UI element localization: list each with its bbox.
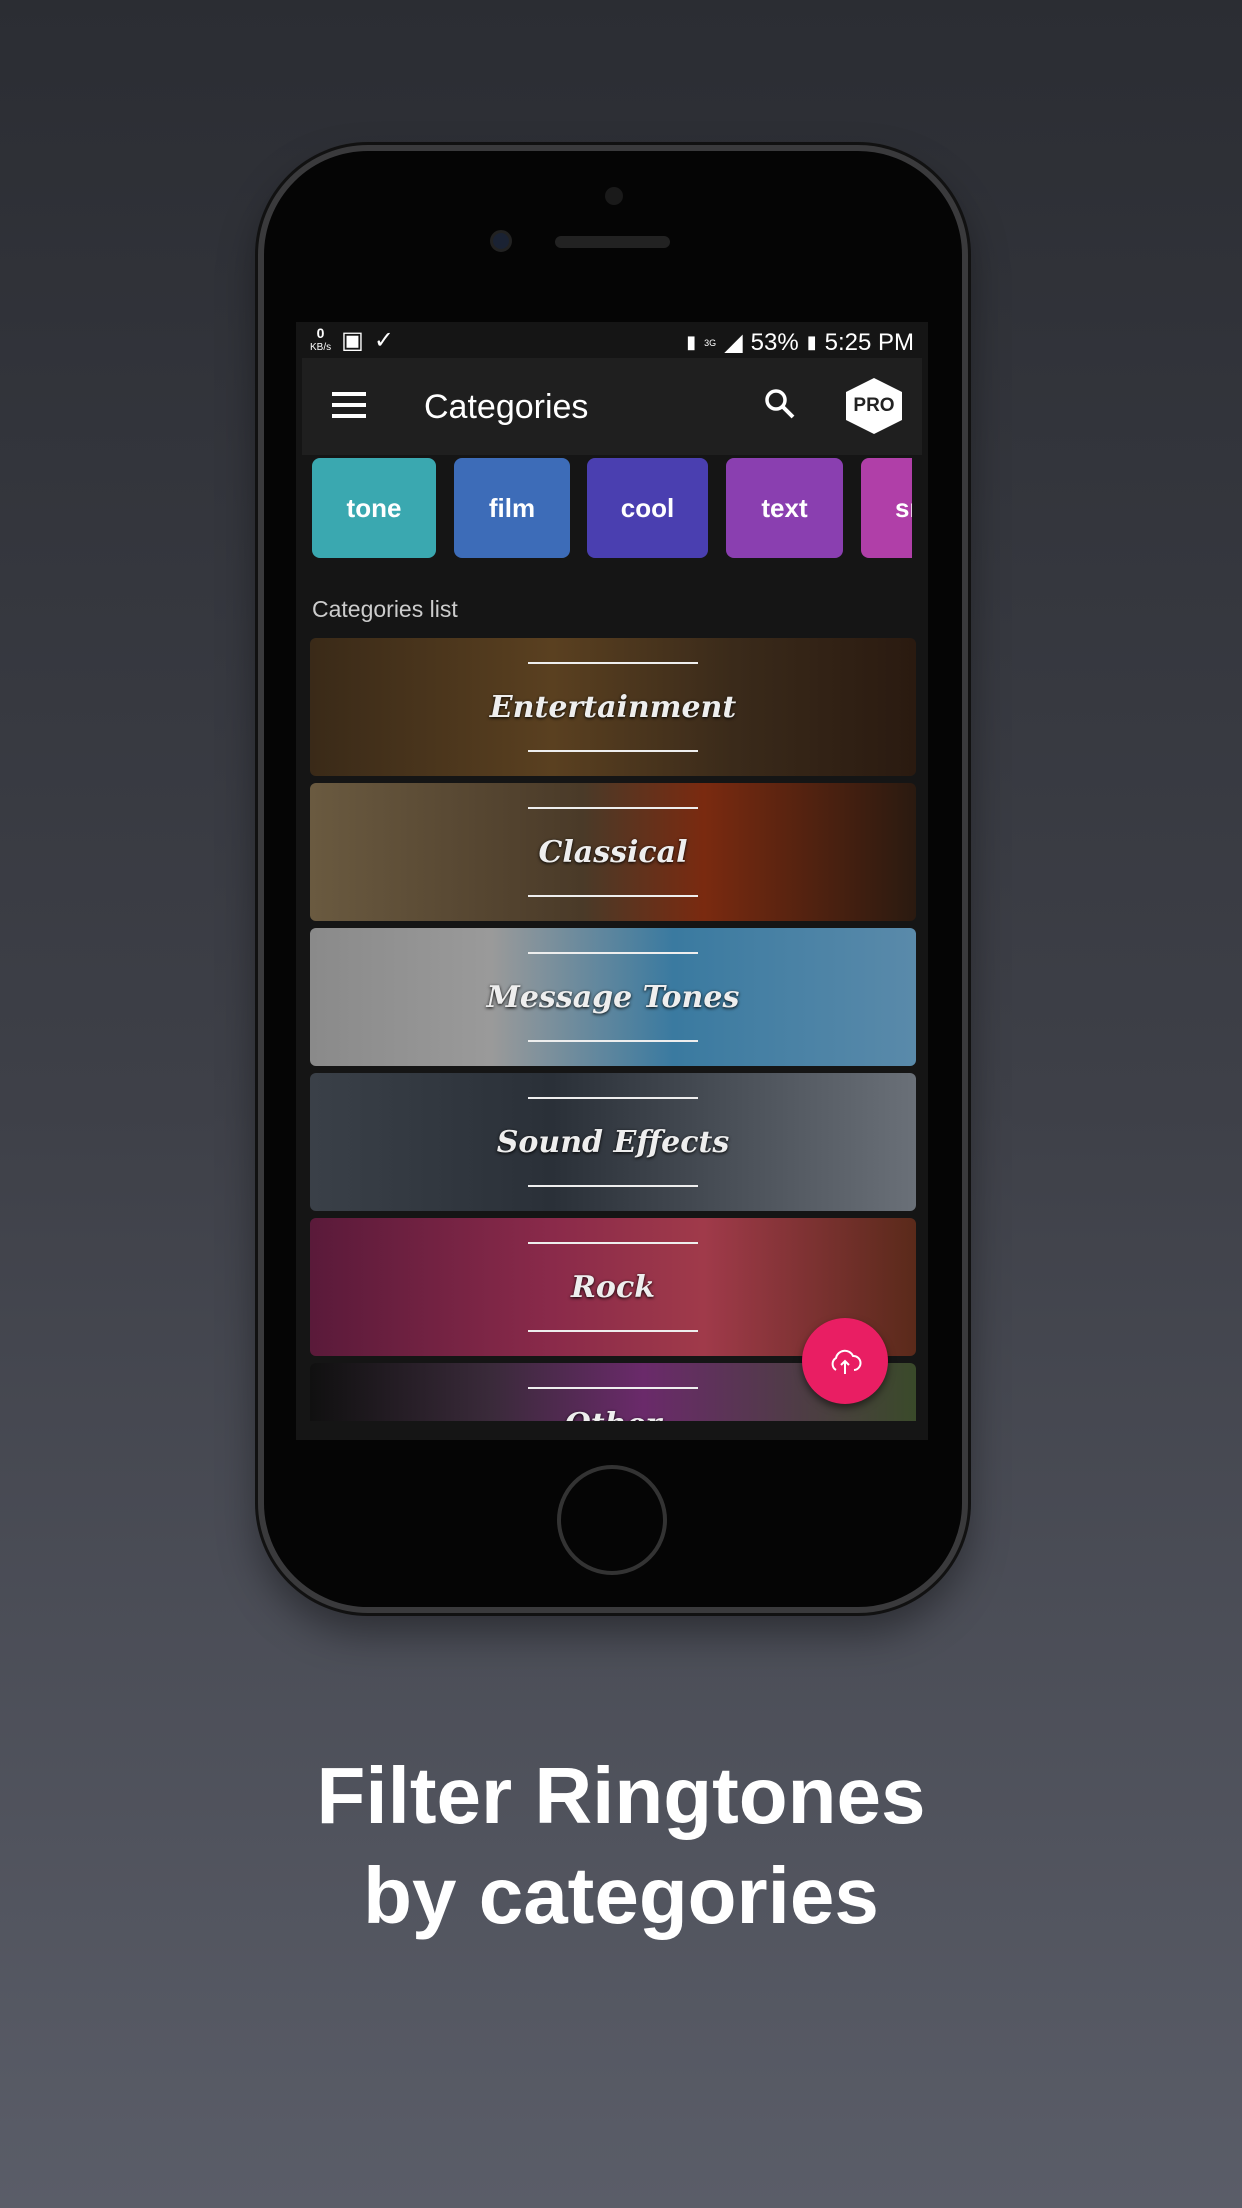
category-label: Message Tones: [486, 979, 740, 1015]
page-title: Categories: [424, 388, 589, 426]
category-label: Sound Effects: [496, 1124, 730, 1160]
toolbar: Categories PRO: [302, 358, 922, 455]
status-bar: 0 KB/s ▣ ✓ ▮ 3G ◢ 53% ▮ 5:25 PM: [296, 322, 928, 358]
caption-line-2: by categories: [363, 1851, 879, 1940]
chip-cool[interactable]: cool: [587, 458, 708, 558]
category-label: Classical: [538, 834, 688, 870]
pro-badge-button[interactable]: PRO: [846, 378, 902, 434]
battery-icon: ▮: [806, 332, 817, 352]
home-button[interactable]: [557, 1465, 667, 1575]
earpiece-speaker: [555, 236, 670, 248]
front-sensor: [605, 187, 623, 205]
category-label: Entertainment: [489, 689, 737, 725]
clock: 5:25 PM: [824, 328, 914, 356]
app-screen: 0 KB/s ▣ ✓ ▮ 3G ◢ 53% ▮ 5:25 PM Categorie…: [296, 322, 928, 1440]
network-type: 3G: [704, 337, 717, 348]
tag-chips: tone film cool text sm: [312, 458, 912, 558]
menu-icon[interactable]: [332, 392, 366, 418]
category-label: Rock: [571, 1269, 655, 1305]
category-entertainment[interactable]: Entertainment: [310, 638, 916, 776]
category-classical[interactable]: Classical: [310, 783, 916, 921]
battery-percent: 53%: [750, 328, 799, 356]
network-speed: 0 KB/s: [310, 325, 332, 353]
chip-text[interactable]: text: [726, 458, 843, 558]
caption-line-1: Filter Ringtones: [316, 1751, 926, 1840]
cloud-upload-icon: [831, 1349, 862, 1374]
category-sound-effects[interactable]: Sound Effects: [310, 1073, 916, 1211]
search-icon[interactable]: [762, 386, 802, 426]
battery-saver-icon: ▮: [686, 332, 697, 352]
chip-film[interactable]: film: [454, 458, 570, 558]
upload-fab[interactable]: [802, 1318, 888, 1404]
category-label: Other: [565, 1407, 662, 1421]
image-icon: ▣: [341, 327, 364, 354]
section-label: Categories list: [312, 596, 458, 622]
check-circle-icon: ✓: [373, 327, 394, 354]
chip-sm[interactable]: sm: [861, 458, 912, 558]
front-camera: [490, 230, 512, 252]
category-message-tones[interactable]: Message Tones: [310, 928, 916, 1066]
chip-tone[interactable]: tone: [312, 458, 436, 558]
signal-icon: ◢: [724, 329, 743, 356]
